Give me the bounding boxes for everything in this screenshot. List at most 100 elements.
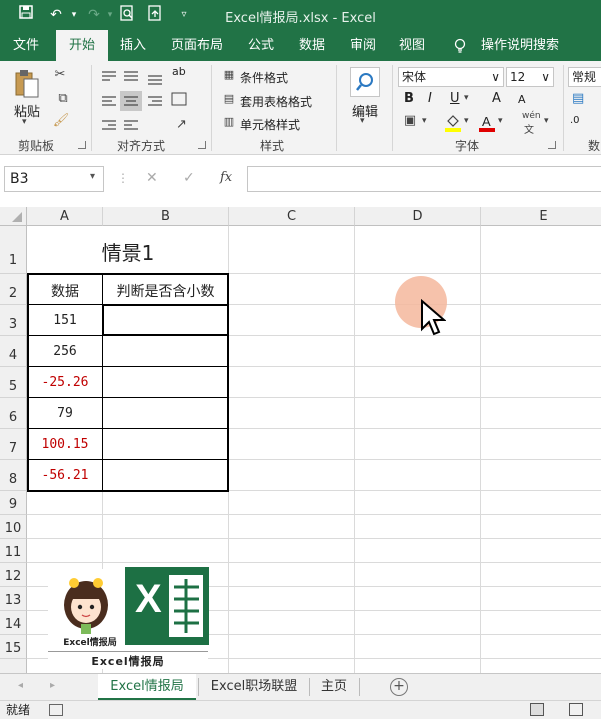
- row-header[interactable]: [0, 659, 27, 673]
- name-box[interactable]: B3: [4, 166, 104, 192]
- tell-me-search[interactable]: 操作说明搜索: [475, 30, 565, 61]
- font-color-icon[interactable]: A: [478, 113, 496, 133]
- add-sheet-icon[interactable]: +: [390, 678, 408, 696]
- row-header[interactable]: 5: [0, 367, 27, 398]
- tab-home[interactable]: 开始: [56, 30, 108, 61]
- underline-button[interactable]: U: [450, 91, 460, 106]
- editing-button[interactable]: 编辑: [352, 101, 378, 120]
- sheet-tab-excel-info[interactable]: Excel情报局: [98, 674, 196, 700]
- lightbulb-icon: [450, 30, 470, 61]
- group-divider: [336, 65, 337, 151]
- column-header-d[interactable]: D: [355, 207, 481, 226]
- cut-icon[interactable]: ✂: [52, 67, 68, 82]
- data-cell[interactable]: 151: [28, 313, 102, 328]
- data-cell[interactable]: 79: [28, 406, 102, 421]
- column-header-b[interactable]: B: [103, 207, 229, 226]
- row-header[interactable]: 2: [0, 274, 27, 305]
- row-header[interactable]: 3: [0, 305, 27, 336]
- tab-view[interactable]: 视图: [389, 30, 435, 61]
- gridline: [27, 538, 601, 539]
- gridline: [27, 562, 601, 563]
- increase-decimal-icon[interactable]: .0: [570, 115, 580, 126]
- borders-dropdown-icon[interactable]: ▾: [422, 116, 427, 126]
- underline-dropdown-icon[interactable]: ▾: [464, 93, 469, 103]
- data-cell[interactable]: -25.26: [28, 375, 102, 390]
- next-sheet-icon[interactable]: ▸: [50, 680, 55, 691]
- row-header[interactable]: 8: [0, 460, 27, 491]
- tab-page-layout[interactable]: 页面布局: [164, 30, 230, 61]
- format-as-table-button[interactable]: 套用表格格式: [240, 93, 312, 110]
- column-header-c[interactable]: C: [229, 207, 355, 226]
- tab-formulas[interactable]: 公式: [238, 30, 284, 61]
- row-header[interactable]: 6: [0, 398, 27, 429]
- copy-icon[interactable]: ⧉: [52, 91, 74, 106]
- find-icon[interactable]: [350, 67, 380, 97]
- page-layout-view-icon[interactable]: [569, 703, 583, 716]
- cancel-icon[interactable]: ✕: [146, 170, 158, 186]
- scenario-title: 情景1: [101, 241, 155, 265]
- accounting-format-icon[interactable]: ▤: [572, 91, 584, 106]
- sheet-tab-workplace[interactable]: Excel职场联盟: [200, 674, 308, 700]
- alignment-launcher-icon[interactable]: [198, 141, 206, 149]
- font-color-dropdown-icon[interactable]: ▾: [498, 116, 503, 126]
- tab-review[interactable]: 审阅: [340, 30, 386, 61]
- shrink-font-button[interactable]: A: [518, 93, 526, 106]
- select-all-corner[interactable]: [0, 207, 27, 226]
- header-has-decimal[interactable]: 判断是否含小数: [103, 281, 228, 301]
- active-cell-b3[interactable]: [102, 304, 229, 336]
- row-header[interactable]: 9: [0, 491, 27, 515]
- phonetic-button[interactable]: wén: [522, 111, 541, 121]
- insert-function-icon[interactable]: fx: [220, 170, 232, 185]
- paste-icon[interactable]: [14, 69, 40, 99]
- sheet-tab-bar: ◂ ▸ Excel情报局 Excel职场联盟 主页 +: [0, 673, 601, 700]
- sheet-tab-home[interactable]: 主页: [310, 674, 358, 700]
- fill-color-dropdown-icon[interactable]: ▾: [464, 116, 469, 126]
- group-divider: [211, 65, 212, 151]
- row-header[interactable]: 1: [0, 226, 27, 274]
- header-data[interactable]: 数据: [28, 281, 102, 301]
- fill-color-icon[interactable]: [444, 113, 462, 133]
- normal-view-icon[interactable]: [530, 703, 544, 716]
- paste-dropdown-icon[interactable]: ▾: [22, 117, 27, 127]
- clipboard-launcher-icon[interactable]: [78, 141, 86, 149]
- data-cell[interactable]: -56.21: [28, 468, 102, 483]
- grow-font-button[interactable]: A: [492, 91, 501, 106]
- row-header[interactable]: 7: [0, 429, 27, 460]
- row-header[interactable]: 13: [0, 587, 27, 611]
- column-header-a[interactable]: A: [27, 207, 103, 226]
- tab-insert[interactable]: 插入: [110, 30, 156, 61]
- row-header[interactable]: 4: [0, 336, 27, 367]
- phonetic-dropdown-icon[interactable]: ▾: [544, 116, 549, 126]
- data-cell[interactable]: 256: [28, 344, 102, 359]
- row-header[interactable]: 11: [0, 539, 27, 563]
- italic-button[interactable]: I: [428, 91, 432, 106]
- prev-sheet-icon[interactable]: ◂: [18, 680, 23, 691]
- bold-button[interactable]: B: [404, 91, 414, 106]
- borders-icon[interactable]: ▣: [402, 113, 418, 128]
- row-header[interactable]: 12: [0, 563, 27, 587]
- format-painter-icon[interactable]: 🖌: [52, 113, 70, 128]
- number-format-select[interactable]: 常规: [568, 67, 601, 87]
- group-divider: [91, 65, 92, 151]
- orientation-icon[interactable]: ↗: [176, 117, 187, 132]
- name-box-dropdown-icon[interactable]: ▾: [90, 171, 95, 182]
- row-header[interactable]: 10: [0, 515, 27, 539]
- font-launcher-icon[interactable]: [548, 141, 556, 149]
- column-header-e[interactable]: E: [481, 207, 601, 226]
- tab-file[interactable]: 文件: [0, 30, 52, 61]
- tab-data[interactable]: 数据: [289, 30, 335, 61]
- font-size-select[interactable]: 12 ∨: [506, 67, 554, 87]
- editing-dropdown-icon[interactable]: ▾: [360, 116, 365, 126]
- macro-record-icon[interactable]: [49, 704, 63, 716]
- conditional-format-button[interactable]: 条件格式: [240, 69, 288, 86]
- paste-button-label[interactable]: 粘贴: [14, 101, 40, 120]
- spreadsheet-grid: A B C D E 1 2 3 4 5 6 7 8 9 10 11 12 13 …: [0, 207, 601, 673]
- cell-styles-button[interactable]: 单元格样式: [240, 116, 300, 133]
- row-header[interactable]: 15: [0, 635, 27, 659]
- data-cell[interactable]: 100.15: [28, 437, 102, 452]
- font-name-select[interactable]: 宋体 ∨: [398, 67, 504, 87]
- wrap-text-icon[interactable]: ab: [172, 65, 186, 78]
- row-header[interactable]: 14: [0, 611, 27, 635]
- formula-input[interactable]: [247, 166, 601, 192]
- enter-icon[interactable]: ✓: [183, 170, 195, 186]
